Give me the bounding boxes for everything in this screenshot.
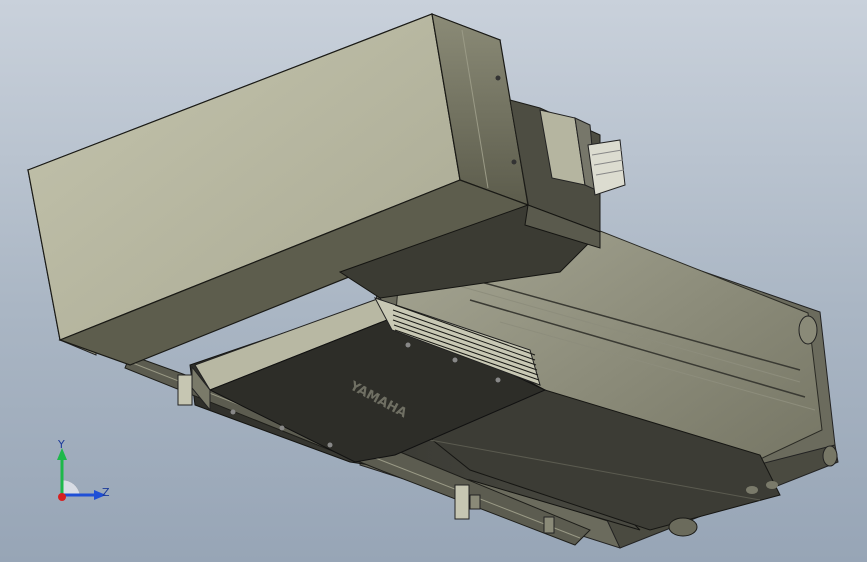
y-axis-label: Y bbox=[58, 438, 65, 451]
x-axis-dot bbox=[58, 493, 66, 501]
triad-axes bbox=[57, 448, 106, 501]
coordinate-triad: Y Z bbox=[40, 430, 130, 520]
model-view[interactable]: YAMAHA bbox=[0, 0, 867, 562]
3d-viewport[interactable]: YAMAHA Y Z bbox=[0, 0, 867, 562]
z-axis-label: Z bbox=[102, 486, 110, 499]
